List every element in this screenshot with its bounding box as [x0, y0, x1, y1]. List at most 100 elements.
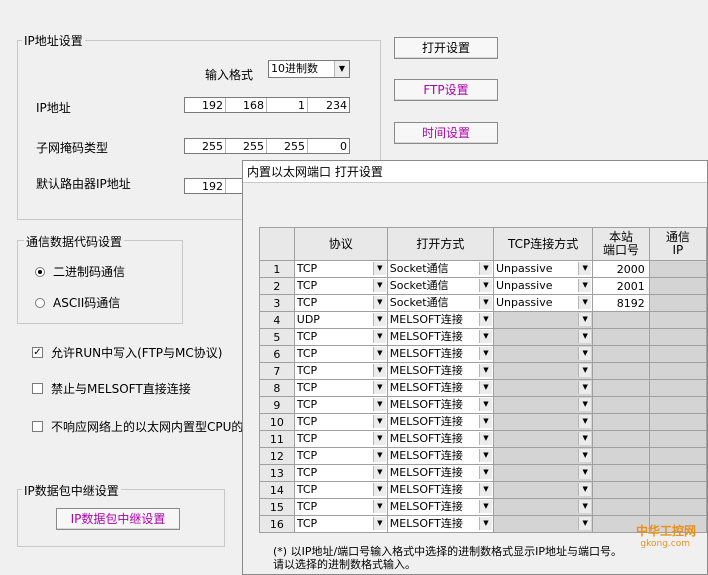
- chevron-down-icon[interactable]: ▼: [578, 296, 592, 309]
- protocol-select[interactable]: TCP ▼: [293, 260, 388, 278]
- protocol-select[interactable]: TCP ▼: [293, 464, 388, 482]
- open-method-select[interactable]: MELSOFT连接 ▼: [386, 379, 494, 397]
- chevron-down-icon[interactable]: ▼: [372, 517, 386, 530]
- open-method-select[interactable]: Socket通信 ▼: [386, 260, 494, 278]
- chevron-down-icon[interactable]: ▼: [578, 364, 592, 377]
- radio-unselected-icon[interactable]: [35, 297, 45, 308]
- tcp-connection-select[interactable]: Unpassive ▼: [492, 277, 594, 295]
- chevron-down-icon[interactable]: ▼: [372, 415, 386, 428]
- chevron-down-icon[interactable]: ▼: [578, 279, 592, 292]
- ftp-settings-button[interactable]: FTP设置: [394, 79, 498, 101]
- open-method-select[interactable]: Socket通信 ▼: [386, 294, 494, 312]
- protocol-select[interactable]: UDP ▼: [293, 311, 388, 329]
- ip-octet-1[interactable]: [185, 98, 226, 112]
- protocol-select[interactable]: TCP ▼: [293, 396, 388, 414]
- chevron-down-icon[interactable]: ▼: [578, 483, 592, 496]
- chevron-down-icon[interactable]: ▼: [372, 381, 386, 394]
- protocol-select[interactable]: TCP ▼: [293, 277, 388, 295]
- chevron-down-icon[interactable]: ▼: [478, 313, 492, 326]
- chevron-down-icon[interactable]: ▼: [578, 500, 592, 513]
- checkbox-checked-icon[interactable]: ✓: [32, 347, 43, 358]
- chevron-down-icon[interactable]: ▼: [372, 364, 386, 377]
- ip-octet-2[interactable]: [226, 98, 267, 112]
- protocol-select[interactable]: TCP ▼: [293, 362, 388, 380]
- chevron-down-icon[interactable]: ▼: [372, 500, 386, 513]
- chevron-down-icon[interactable]: ▼: [478, 449, 492, 462]
- protocol-select[interactable]: TCP ▼: [293, 481, 388, 499]
- protocol-select[interactable]: TCP ▼: [293, 447, 388, 465]
- open-method-select[interactable]: MELSOFT连接 ▼: [386, 498, 494, 516]
- open-method-select[interactable]: MELSOFT连接 ▼: [386, 447, 494, 465]
- gateway-octet-1[interactable]: [185, 179, 226, 193]
- open-method-select[interactable]: MELSOFT连接 ▼: [386, 345, 494, 363]
- open-method-select[interactable]: MELSOFT连接 ▼: [386, 413, 494, 431]
- protocol-select[interactable]: TCP ▼: [293, 328, 388, 346]
- disable-melsoft-check[interactable]: 禁止与MELSOFT直接连接: [32, 380, 191, 397]
- chevron-down-icon[interactable]: ▼: [372, 432, 386, 445]
- binary-radio[interactable]: 二进制码通信: [35, 263, 125, 280]
- chevron-down-icon[interactable]: ▼: [578, 432, 592, 445]
- ip-address-field[interactable]: [184, 97, 350, 113]
- chevron-down-icon[interactable]: ▼: [372, 466, 386, 479]
- open-method-select[interactable]: MELSOFT连接 ▼: [386, 362, 494, 380]
- ip-octet-3[interactable]: [267, 98, 308, 112]
- protocol-select[interactable]: TCP ▼: [293, 515, 388, 533]
- chevron-down-icon[interactable]: ▼: [578, 398, 592, 411]
- chevron-down-icon[interactable]: ▼: [478, 279, 492, 292]
- subnet-field[interactable]: [184, 138, 350, 154]
- open-method-select[interactable]: MELSOFT连接 ▼: [386, 515, 494, 533]
- open-method-select[interactable]: MELSOFT连接 ▼: [386, 464, 494, 482]
- chevron-down-icon[interactable]: ▼: [372, 347, 386, 360]
- subnet-octet-4[interactable]: [308, 139, 349, 153]
- ip-relay-settings-button[interactable]: IP数据包中继设置: [56, 508, 180, 530]
- subnet-octet-1[interactable]: [185, 139, 226, 153]
- checkbox-unchecked-icon[interactable]: [32, 383, 43, 394]
- chevron-down-icon[interactable]: ▼: [578, 466, 592, 479]
- chevron-down-icon[interactable]: ▼: [372, 398, 386, 411]
- checkbox-unchecked-icon[interactable]: [32, 421, 43, 432]
- chevron-down-icon[interactable]: ▼: [478, 398, 492, 411]
- chevron-down-icon[interactable]: ▼: [372, 262, 386, 275]
- chevron-down-icon[interactable]: ▼: [478, 500, 492, 513]
- open-method-select[interactable]: MELSOFT连接 ▼: [386, 430, 494, 448]
- protocol-select[interactable]: TCP ▼: [293, 379, 388, 397]
- local-port-cell[interactable]: 2000: [592, 260, 650, 278]
- chevron-down-icon[interactable]: ▼: [478, 381, 492, 394]
- tcp-connection-select[interactable]: Unpassive ▼: [492, 260, 594, 278]
- local-port-cell[interactable]: 2001: [592, 277, 650, 295]
- time-settings-button[interactable]: 时间设置: [394, 122, 498, 144]
- chevron-down-icon[interactable]: ▼: [578, 449, 592, 462]
- chevron-down-icon[interactable]: ▼: [372, 279, 386, 292]
- chevron-down-icon[interactable]: ▼: [478, 432, 492, 445]
- protocol-select[interactable]: TCP ▼: [293, 498, 388, 516]
- tcp-connection-select[interactable]: Unpassive ▼: [492, 294, 594, 312]
- protocol-select[interactable]: TCP ▼: [293, 345, 388, 363]
- open-method-select[interactable]: MELSOFT连接 ▼: [386, 328, 494, 346]
- subnet-octet-3[interactable]: [267, 139, 308, 153]
- protocol-select[interactable]: TCP ▼: [293, 294, 388, 312]
- open-settings-button[interactable]: 打开设置: [394, 37, 498, 59]
- open-method-select[interactable]: Socket通信 ▼: [386, 277, 494, 295]
- local-port-cell[interactable]: 8192: [592, 294, 650, 312]
- chevron-down-icon[interactable]: ▼: [578, 330, 592, 343]
- chevron-down-icon[interactable]: ▼: [478, 415, 492, 428]
- chevron-down-icon[interactable]: ▼: [578, 262, 592, 275]
- chevron-down-icon[interactable]: ▼: [478, 296, 492, 309]
- allow-run-write-check[interactable]: ✓ 允许RUN中写入(FTP与MC协议): [32, 344, 222, 361]
- input-format-select[interactable]: 10进制数 ▼: [268, 60, 350, 78]
- ascii-radio[interactable]: ASCII码通信: [35, 294, 120, 311]
- subnet-octet-2[interactable]: [226, 139, 267, 153]
- chevron-down-icon[interactable]: ▼: [478, 517, 492, 530]
- chevron-down-icon[interactable]: ▼: [578, 381, 592, 394]
- chevron-down-icon[interactable]: ▼: [372, 330, 386, 343]
- chevron-down-icon[interactable]: ▼: [372, 296, 386, 309]
- chevron-down-icon[interactable]: ▼: [578, 347, 592, 360]
- chevron-down-icon[interactable]: ▼: [372, 313, 386, 326]
- chevron-down-icon[interactable]: ▼: [478, 466, 492, 479]
- open-method-select[interactable]: MELSOFT连接 ▼: [386, 311, 494, 329]
- chevron-down-icon[interactable]: ▼: [372, 483, 386, 496]
- protocol-select[interactable]: TCP ▼: [293, 413, 388, 431]
- chevron-down-icon[interactable]: ▼: [334, 61, 349, 77]
- chevron-down-icon[interactable]: ▼: [578, 313, 592, 326]
- chevron-down-icon[interactable]: ▼: [478, 364, 492, 377]
